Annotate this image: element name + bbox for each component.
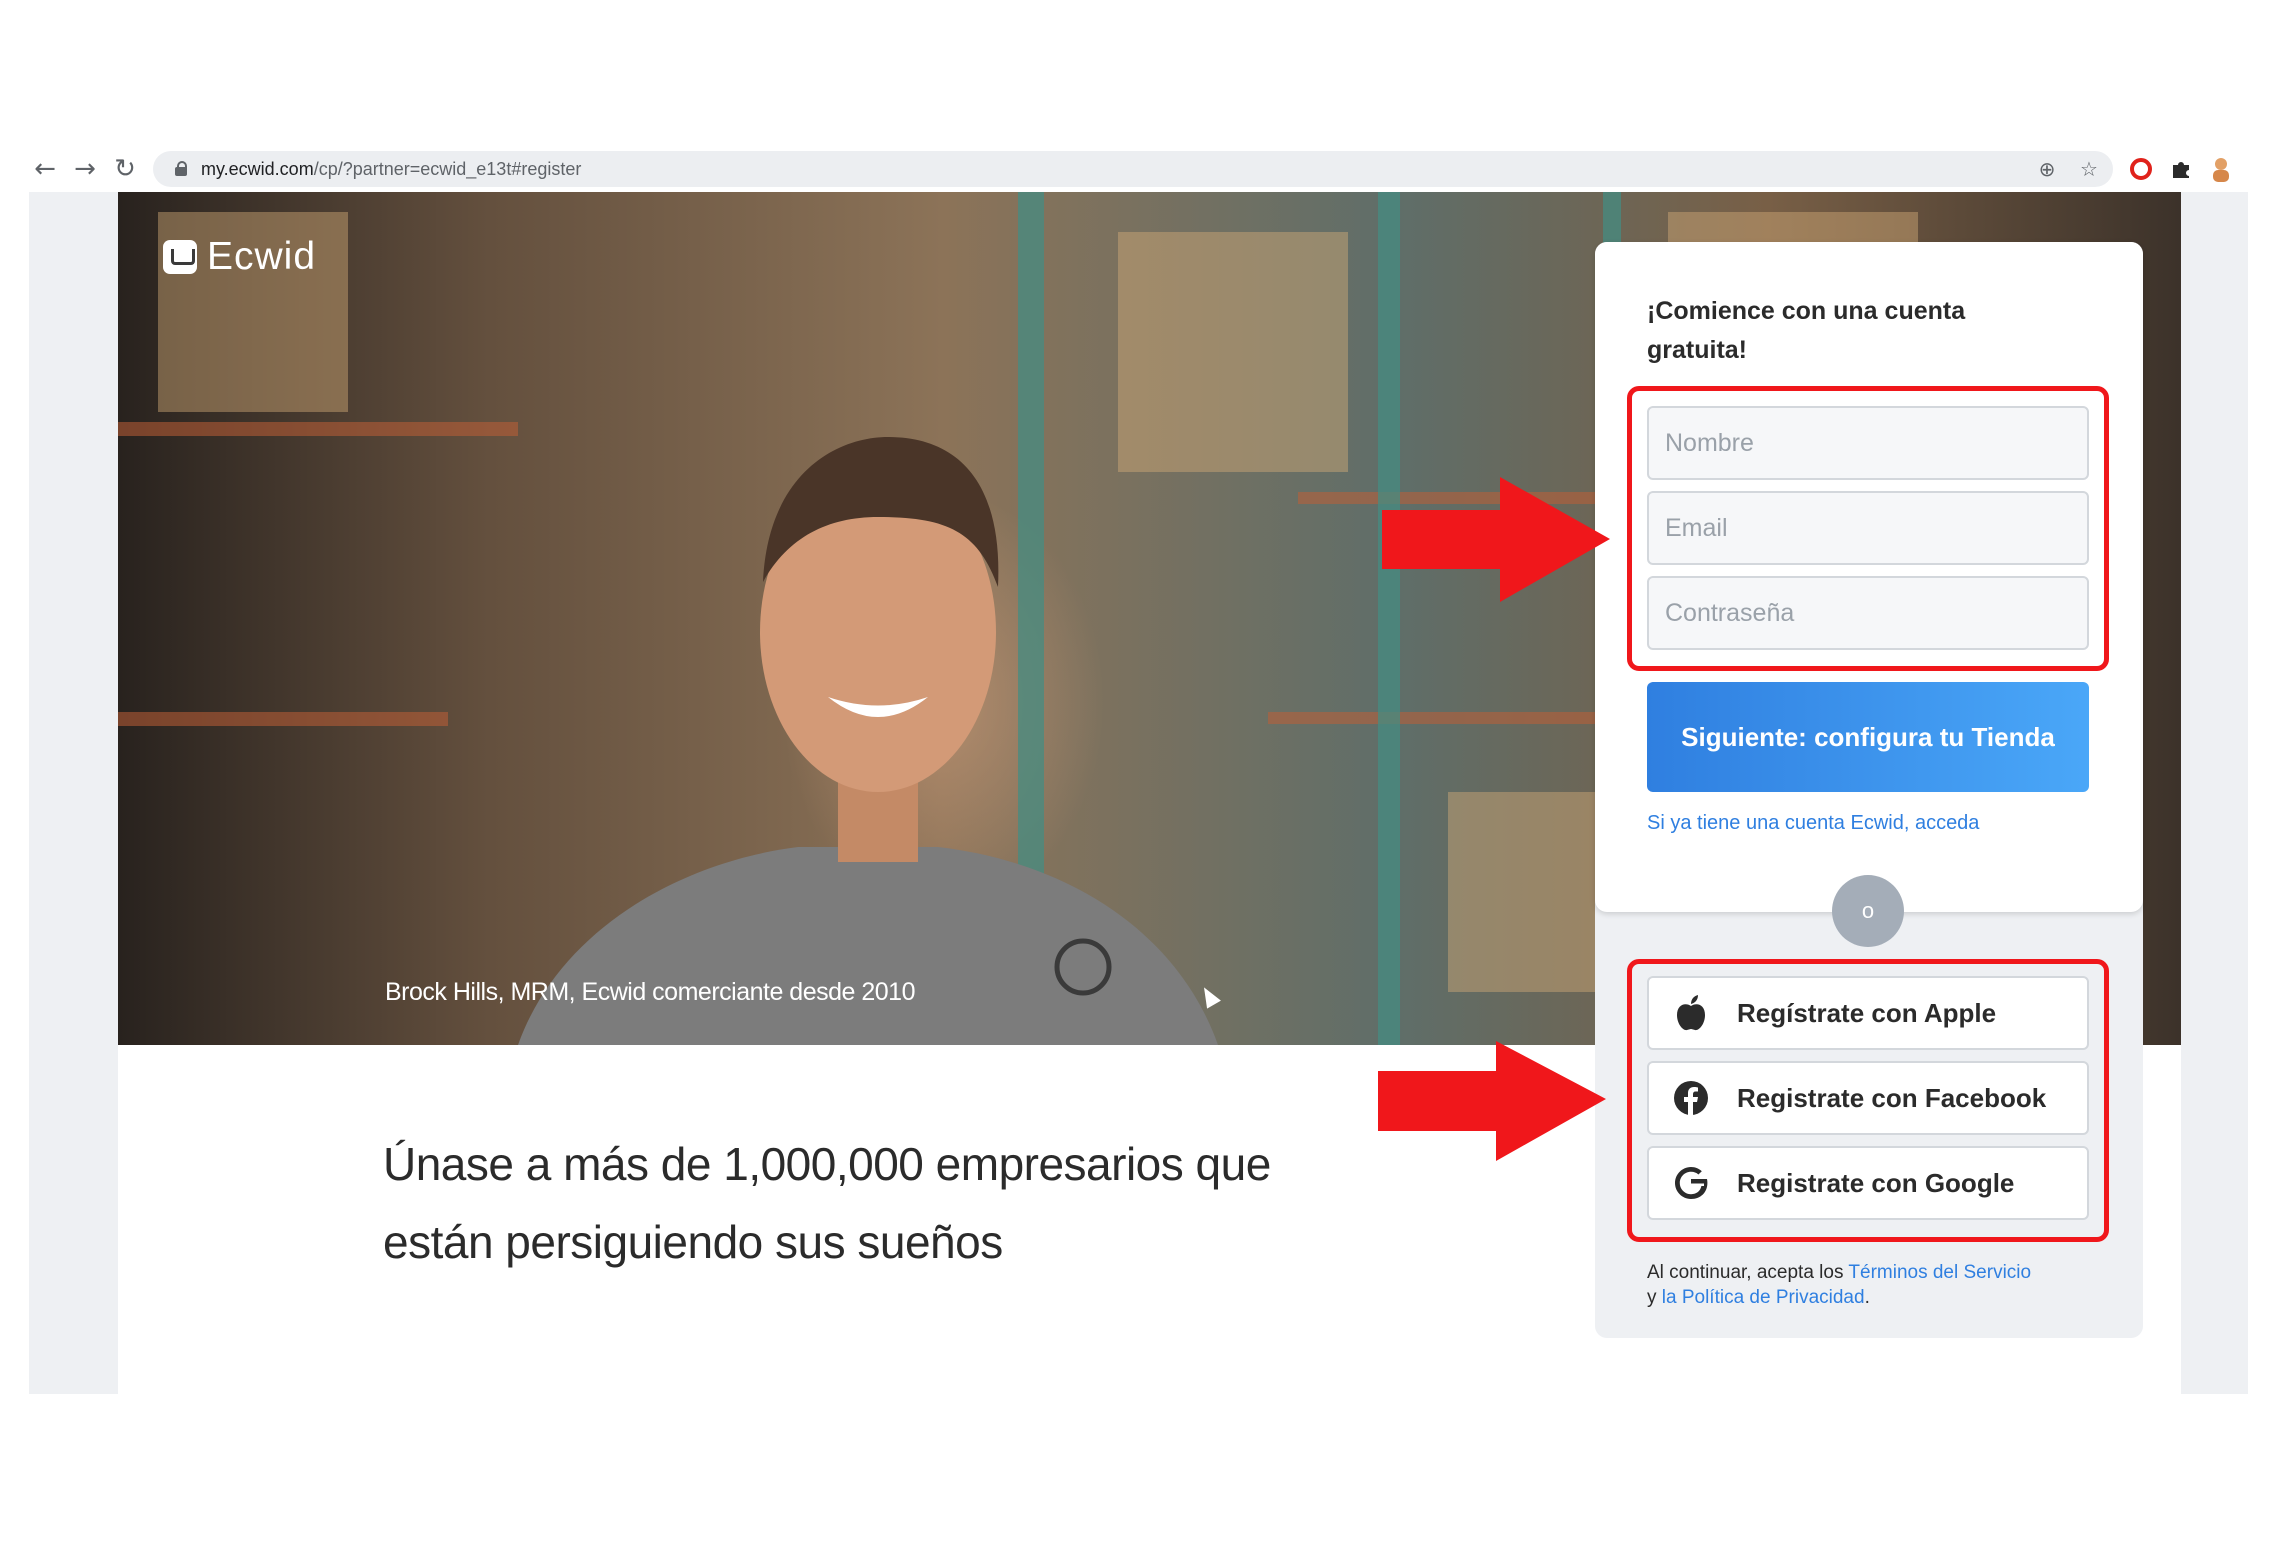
signup-title: ¡Comience con una cuenta gratuita! bbox=[1647, 297, 1966, 364]
puzzle-icon[interactable] bbox=[2167, 155, 2195, 183]
reload-icon[interactable]: ↻ bbox=[109, 153, 141, 185]
forward-icon[interactable]: → bbox=[69, 153, 101, 185]
signin-link[interactable]: Si ya tiene una cuenta Ecwid, acceda bbox=[1647, 812, 1979, 835]
legal-text: Al continuar, acepta los Términos del Se… bbox=[1647, 1262, 2032, 1308]
install-icon[interactable]: ⊕ bbox=[2033, 155, 2061, 183]
or-divider: o bbox=[1832, 875, 1904, 947]
profile-avatar-icon[interactable] bbox=[2207, 155, 2235, 183]
red-arrow-icon bbox=[1382, 477, 1610, 602]
tagline: Únase a más de 1,000,000 empresarios que… bbox=[383, 1138, 1271, 1268]
privacy-link[interactable]: la Política de Privacidad bbox=[1662, 1287, 1865, 1308]
address-bar[interactable]: my.ecwid.com/cp/?partner=ecwid_e13t#regi… bbox=[153, 151, 2113, 187]
highlight-social-buttons bbox=[1627, 959, 2109, 1242]
star-icon[interactable]: ☆ bbox=[2075, 155, 2103, 183]
browser-toolbar: ← → ↻ my.ecwid.com/cp/?partner=ecwid_e13… bbox=[29, 147, 2248, 192]
ecwid-logo[interactable]: Ecwid bbox=[163, 235, 316, 279]
opera-extension-icon[interactable] bbox=[2127, 155, 2155, 183]
highlight-form-fields bbox=[1627, 386, 2109, 671]
red-arrow-icon bbox=[1378, 1041, 1606, 1161]
next-configure-store-button[interactable]: Siguiente: configura tu Tienda bbox=[1647, 682, 2089, 792]
url-text: my.ecwid.com/cp/?partner=ecwid_e13t#regi… bbox=[201, 159, 582, 179]
lock-icon bbox=[175, 161, 187, 176]
terms-link[interactable]: Términos del Servicio bbox=[1848, 1262, 2031, 1283]
cart-icon bbox=[163, 240, 197, 274]
hero-caption: Brock Hills, MRM, Ecwid comerciante desd… bbox=[385, 978, 915, 1006]
back-icon[interactable]: ← bbox=[29, 153, 61, 185]
